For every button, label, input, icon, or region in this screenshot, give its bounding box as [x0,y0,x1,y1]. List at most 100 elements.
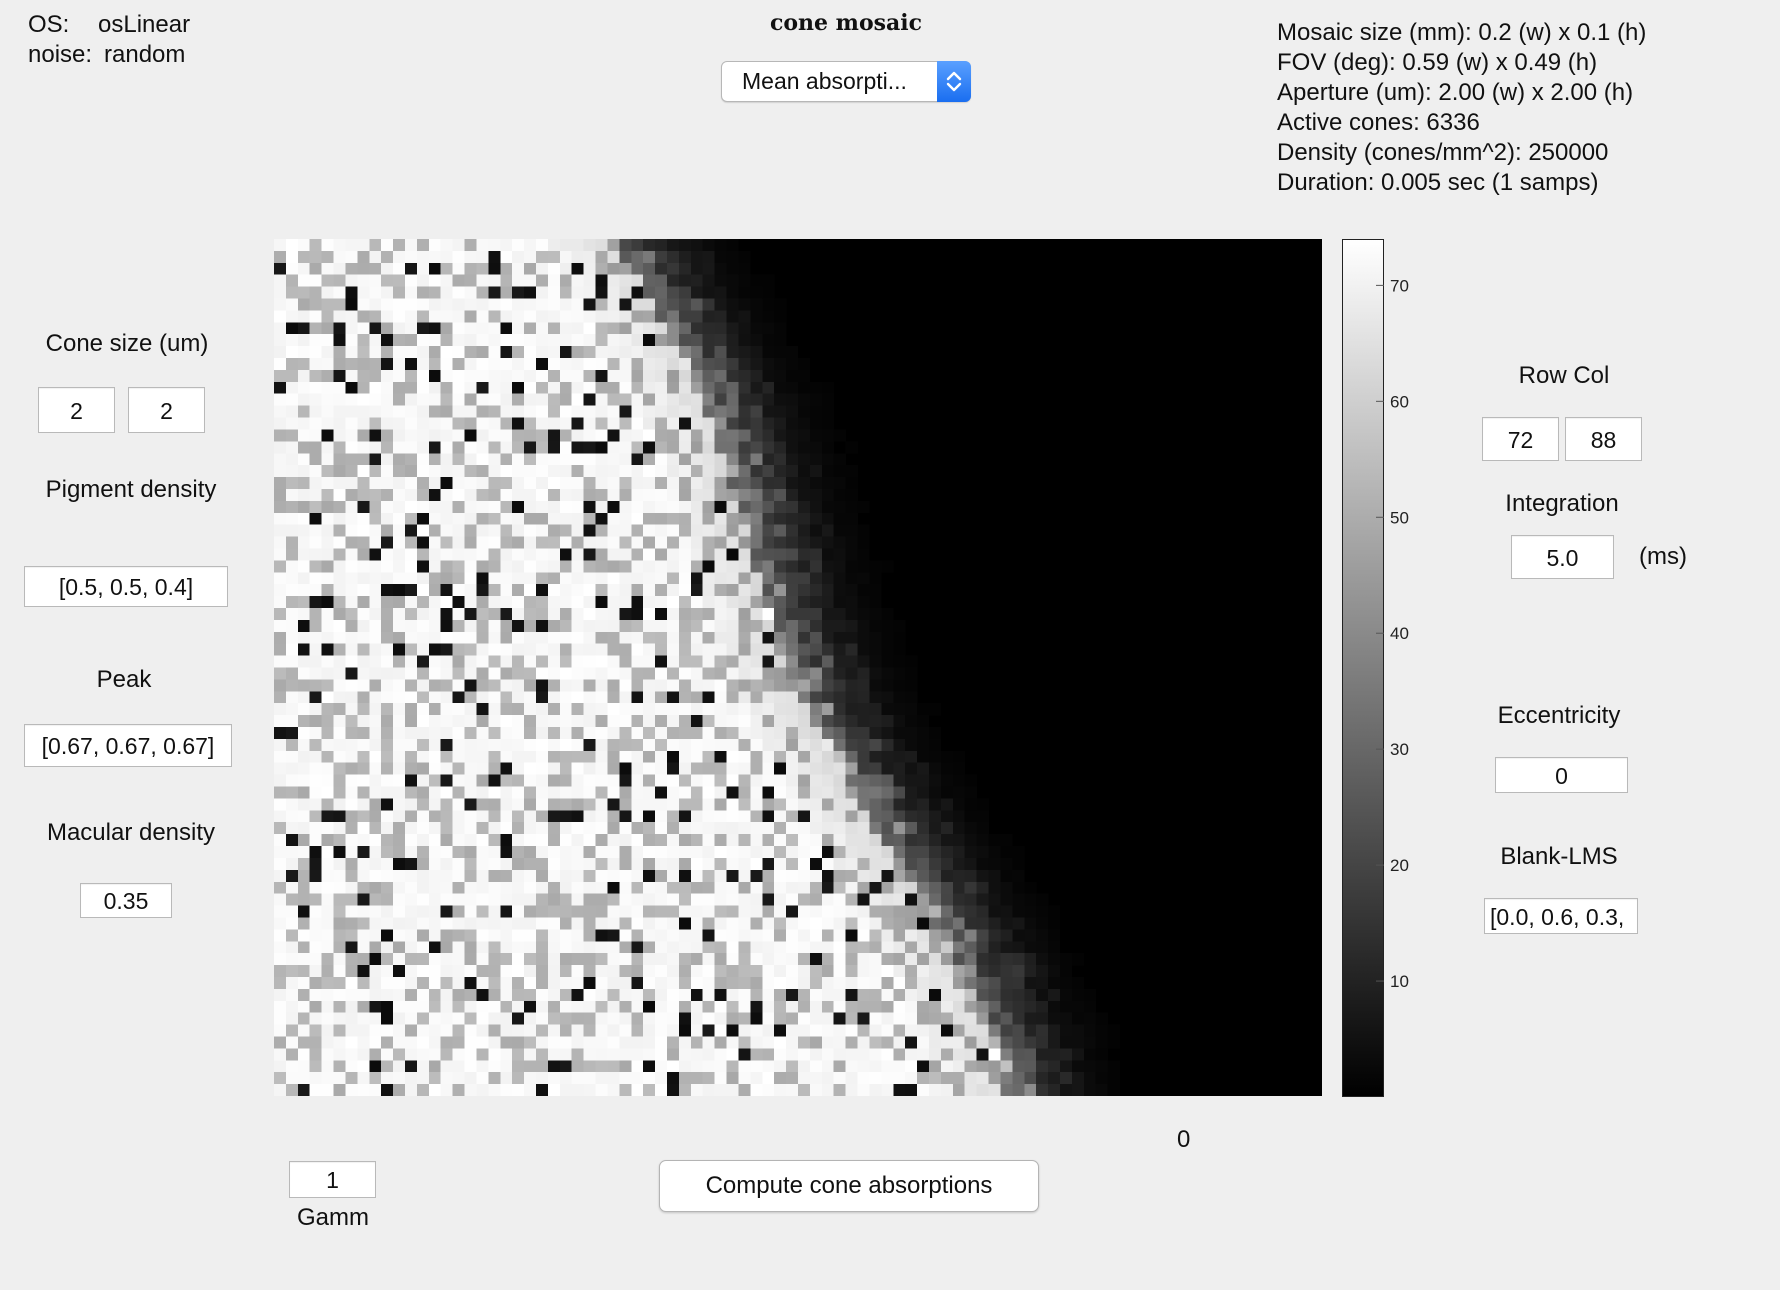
mosaic-cell [905,715,918,728]
mosaic-cell [869,1048,882,1061]
mosaic-cell [809,905,823,918]
mosaic-cell [369,500,382,514]
rows-field[interactable]: 72 [1482,417,1559,461]
mosaic-cell [595,929,608,942]
mosaic-cell [321,405,334,418]
mosaic-cell [393,988,406,1002]
mosaic-cell [833,453,846,466]
mosaic-cell [940,762,954,775]
mosaic-cell [512,643,525,656]
display-type-dropdown[interactable]: Mean absorpti... [721,61,971,102]
mosaic-cell [285,286,299,299]
macular-density-field[interactable]: 0.35 [80,883,172,918]
mosaic-cell [524,1072,537,1085]
mosaic-cell [952,976,965,990]
mosaic-cell [881,560,894,573]
mosaic-cell [547,643,561,656]
mosaic-cell [655,584,668,597]
gamma-field[interactable]: 1 [289,1161,376,1198]
mosaic-cell [595,953,608,966]
mosaic-cell [1012,965,1025,978]
mosaic-cell [381,1000,394,1013]
cone-size-height-field[interactable]: 2 [128,387,205,433]
mosaic-cell [726,905,739,918]
mosaic-cell [905,905,918,918]
mosaic-cell [345,1060,358,1073]
mosaic-cell [881,762,894,775]
mosaic-cell [905,774,918,787]
mosaic-cell [416,500,430,514]
mosaic-cell [833,869,846,882]
mosaic-cell [464,560,477,573]
cone-mosaic-image[interactable] [274,239,1322,1096]
mosaic-cell [357,322,370,335]
mosaic-cell [988,1072,1001,1085]
mosaic-cell [607,429,620,442]
eccentricity-field[interactable]: 0 [1495,757,1628,793]
mosaic-cell [440,774,453,787]
mosaic-cell [1048,917,1061,930]
mosaic-cell [512,929,525,942]
mosaic-cell [667,917,680,930]
mosaic-cell [619,500,632,514]
mosaic-cell [452,703,465,716]
peak-field[interactable]: [0.67, 0.67, 0.67] [24,724,232,767]
mosaic-cell [702,905,715,918]
mosaic-cell [416,1024,430,1037]
mosaic-cell [309,1012,322,1025]
mosaic-cell [643,655,656,668]
mosaic-cell [297,346,310,359]
mosaic-cell [678,822,692,835]
pigment-density-field[interactable]: [0.5, 0.5, 0.4] [24,566,228,607]
mosaic-cell [869,976,882,990]
mosaic-cell [393,1036,406,1049]
mosaic-cell [321,393,334,406]
mosaic-cell [440,691,453,704]
cols-field[interactable]: 88 [1565,417,1642,461]
mosaic-cell [809,834,823,847]
mosaic-cell [381,512,394,525]
mosaic-cell [393,953,406,966]
mosaic-cell [357,572,370,585]
mosaic-cell [1036,1084,1049,1096]
mosaic-cell [655,631,668,644]
mosaic-cell [738,893,751,906]
mosaic-cell [428,346,441,359]
mosaic-cell [500,286,513,299]
mosaic-cell [607,1000,620,1013]
mosaic-cell [500,762,513,775]
mosaic-cell [714,512,727,525]
mosaic-cell [297,488,310,502]
mosaic-cell [833,512,846,525]
mosaic-cell [750,453,763,466]
mosaic-cell [547,917,561,930]
mosaic-cell [571,738,584,752]
mosaic-cell [285,548,299,561]
mosaic-cell [667,846,680,859]
mosaic-cell [309,536,322,549]
mosaic-cell [595,393,608,406]
mosaic-cell [524,1048,537,1061]
mosaic-cell [786,619,799,633]
compute-absorptions-button[interactable]: Compute cone absorptions [659,1160,1039,1212]
mosaic-cell [643,310,656,323]
mosaic-cell [738,869,751,882]
mosaic-cell [464,655,477,668]
integration-field[interactable]: 5.0 [1511,535,1614,579]
mosaic-cell [512,917,525,930]
mosaic-cell [631,381,644,394]
mosaic-cell [1036,1036,1049,1049]
mosaic-cell [798,465,811,478]
mosaic-cell [274,239,287,252]
mosaic-cell [607,465,620,478]
mosaic-cell [643,691,656,704]
mosaic-cell [762,834,775,847]
mosaic-cell [559,405,572,418]
mosaic-cell [488,1048,501,1061]
blank-lms-field[interactable]: [0.0, 0.6, 0.3, [1484,898,1638,934]
mosaic-cell [297,619,310,633]
mosaic-cell [536,929,549,942]
mosaic-cell [321,929,334,942]
cone-size-width-field[interactable]: 2 [38,387,115,433]
mosaic-cell [750,441,763,454]
